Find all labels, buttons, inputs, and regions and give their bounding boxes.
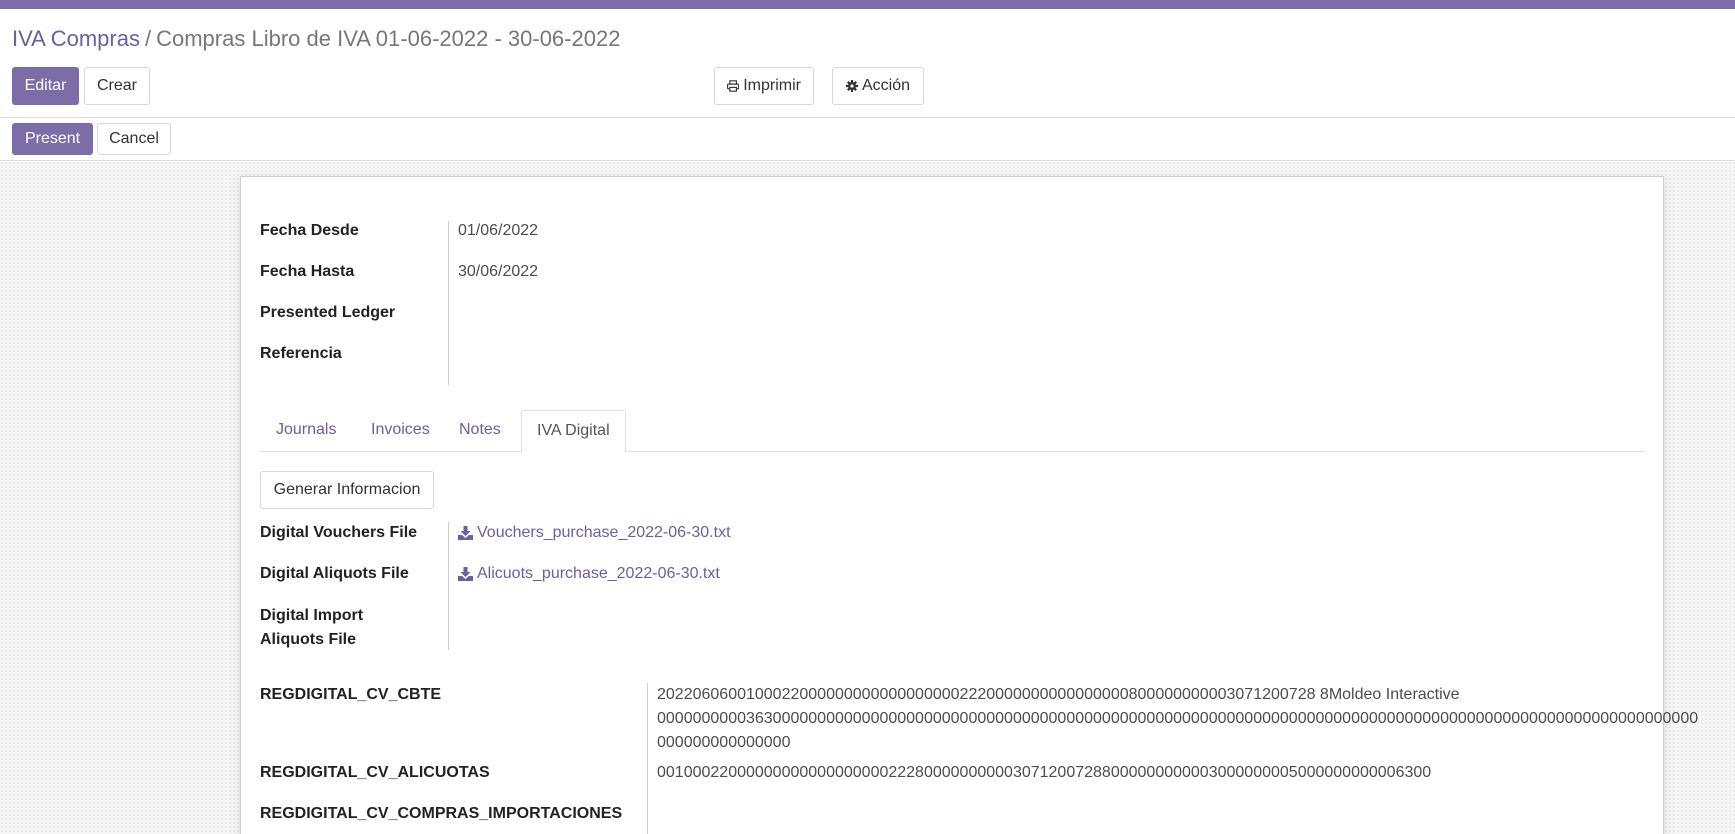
statusbar: Present Cancel (0, 117, 1735, 161)
printer-icon (727, 80, 740, 92)
regdigital-cv-cbte-value[interactable]: 2022060600100022000000000000000000222000… (657, 683, 1698, 755)
print-button-label: Imprimir (743, 77, 801, 94)
breadcrumb: IVA Compras / Compras Libro de IVA 01-06… (12, 9, 1723, 67)
top-navbar (0, 0, 1735, 9)
gear-icon (845, 80, 858, 92)
present-button[interactable]: Present (12, 123, 93, 155)
field-regdigital-cv-cbte: REGDIGITAL_CV_CBTE 202206060010002200000… (260, 683, 1698, 755)
create-button[interactable]: Crear (84, 67, 150, 105)
print-button[interactable]: Imprimir (714, 67, 814, 105)
fecha-desde-value[interactable]: 01/06/2022 (458, 219, 538, 243)
regdigital-cv-alicuotas-label: REGDIGITAL_CV_ALICUOTAS (260, 764, 490, 781)
fecha-desde-label: Fecha Desde (260, 222, 359, 239)
tab-invoices[interactable]: Invoices (356, 410, 445, 452)
vouchers-file-download-link[interactable]: Vouchers_purchase_2022-06-30.txt (458, 521, 731, 545)
regdigital-cv-cbte-label: REGDIGITAL_CV_CBTE (260, 686, 442, 703)
breadcrumb-current: Compras Libro de IVA 01-06-2022 - 30-06-… (156, 26, 621, 51)
notebook-tabs: Journals Invoices Notes IVA Digital (260, 410, 1645, 453)
fecha-hasta-label: Fecha Hasta (260, 263, 355, 280)
presented-ledger-label: Presented Ledger (260, 304, 396, 321)
regdigital-cv-alicuotas-value[interactable]: 0010002200000000000000000022280000000000… (657, 761, 1431, 785)
control-panel: IVA Compras / Compras Libro de IVA 01-06… (0, 9, 1735, 117)
regdigital-cv-cbte-line3: 000000000000000 (657, 734, 791, 751)
breadcrumb-separator: / (144, 26, 152, 51)
regdigital-cv-cbte-line2: 0000000000363000000000000000000000000000… (657, 710, 1699, 727)
field-digital-vouchers-file: Digital Vouchers File Vouchers_purchase_… (260, 521, 731, 545)
digital-aliquots-file-label: Digital Aliquots File (260, 565, 409, 582)
field-fecha-hasta: Fecha Hasta 30/06/2022 (260, 260, 538, 284)
tab-notes[interactable]: Notes (444, 410, 516, 452)
tab-journals[interactable]: Journals (261, 410, 351, 452)
vouchers-filename[interactable]: Vouchers_purchase_2022-06-30.txt (477, 521, 731, 545)
referencia-label: Referencia (260, 345, 342, 362)
field-regdigital-cv-alicuotas: REGDIGITAL_CV_ALICUOTAS 0010002200000000… (260, 761, 1431, 785)
download-icon (458, 567, 473, 581)
tab-iva-digital[interactable]: IVA Digital (521, 410, 626, 453)
download-icon (458, 526, 473, 540)
breadcrumb-parent-link[interactable]: IVA Compras (12, 26, 140, 52)
field-digital-import-aliquots-file: Digital Import Aliquots File (260, 604, 458, 652)
import-aliquots-label-line2: Aliquots File (260, 631, 356, 648)
edit-button[interactable]: Editar (12, 67, 79, 105)
field-fecha-desde: Fecha Desde 01/06/2022 (260, 219, 538, 243)
aliquots-file-download-link[interactable]: Alicuots_purchase_2022-06-30.txt (458, 562, 720, 586)
digital-vouchers-file-label: Digital Vouchers File (260, 524, 418, 541)
digital-import-aliquots-file-label: Digital Import Aliquots File (260, 604, 458, 652)
form-sheet: Fecha Desde 01/06/2022 Fecha Hasta 30/06… (240, 176, 1698, 834)
regdigital-cv-cbte-line1: 2022060600100022000000000000000000222000… (657, 686, 1460, 703)
action-button-label: Acción (861, 77, 911, 94)
action-button[interactable]: Acción (832, 67, 924, 105)
field-referencia: Referencia (260, 342, 458, 366)
field-presented-ledger: Presented Ledger (260, 301, 458, 325)
cancel-button[interactable]: Cancel (97, 123, 171, 155)
fecha-hasta-value[interactable]: 30/06/2022 (458, 260, 538, 284)
field-digital-aliquots-file: Digital Aliquots File Alicuots_purchase_… (260, 562, 720, 586)
field-regdigital-cv-compras-importaciones: REGDIGITAL_CV_COMPRAS_IMPORTACIONES (260, 802, 657, 826)
regdigital-cv-compras-importaciones-label: REGDIGITAL_CV_COMPRAS_IMPORTACIONES (260, 805, 623, 822)
import-aliquots-label-line1: Digital Import (260, 607, 364, 624)
aliquots-filename[interactable]: Alicuots_purchase_2022-06-30.txt (477, 562, 720, 586)
control-panel-buttons: Editar Crear Imprimir Acción (12, 67, 1723, 117)
generate-information-button[interactable]: Generar Informacion (260, 471, 434, 509)
